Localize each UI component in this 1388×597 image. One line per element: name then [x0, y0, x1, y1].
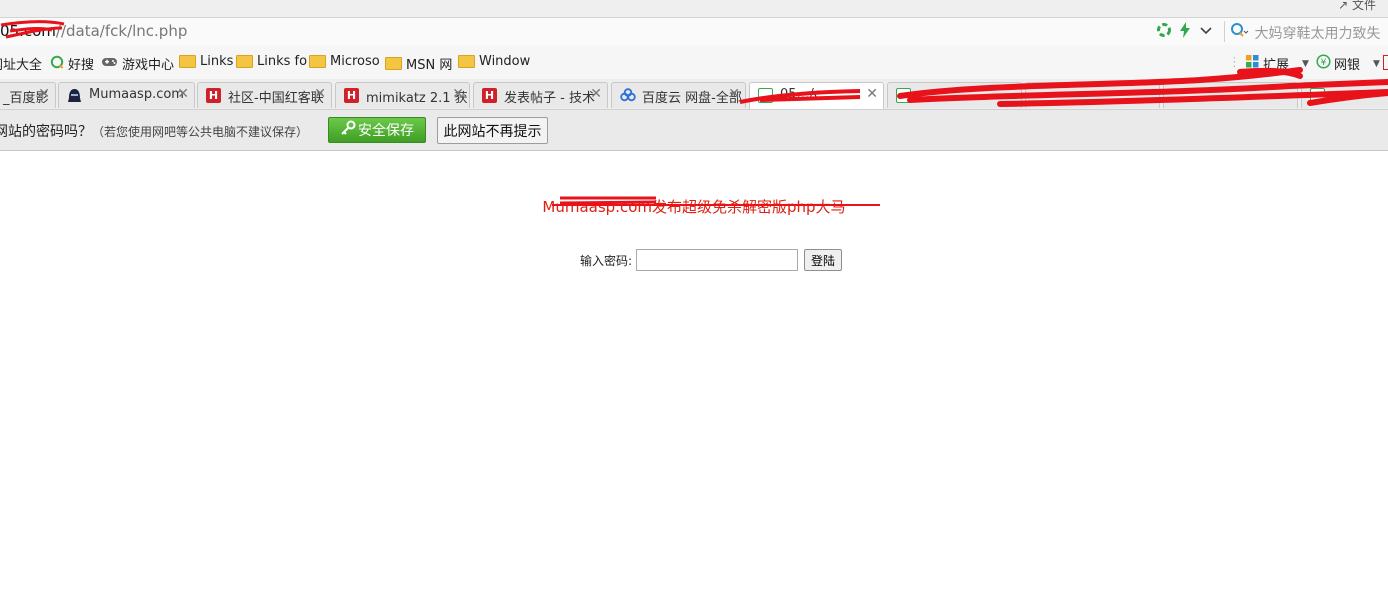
svg-text:¥: ¥: [1321, 58, 1327, 68]
h-logo-icon: H: [206, 88, 221, 103]
close-icon[interactable]: ✕: [866, 86, 878, 102]
page-headline: Mumaasp.com发布超级免杀解密版php大马: [542, 198, 846, 216]
gamepad-icon: [101, 56, 118, 72]
save-password-bar: 网站的密码吗？（若您使用网吧等公共电脑不建议保存） 安全保存 此网站不再提示: [0, 110, 1388, 151]
bookmark-folder-window[interactable]: Window: [458, 54, 530, 69]
refresh-spinner-icon[interactable]: [1156, 22, 1172, 42]
chevron-down-icon[interactable]: [1198, 22, 1214, 42]
url-host-tail: .com: [19, 22, 56, 40]
bookmark-folder-microso[interactable]: Microso: [309, 54, 380, 69]
tab-post-thread[interactable]: H 发表帖子 - 技术 ✕: [473, 82, 608, 108]
save-password-button[interactable]: 安全保存: [328, 117, 426, 143]
bookmark-game-center[interactable]: 游戏中心: [101, 54, 174, 73]
extensions-grid-icon: [1245, 54, 1260, 73]
dropdown-arrow-icon: ▼: [1302, 58, 1309, 69]
page-icon: [1310, 88, 1325, 103]
tab-redacted-4[interactable]: [1301, 82, 1388, 108]
check-page-icon: [896, 88, 911, 103]
address-bar: 05.com//data/fck/lnc.php 大妈穿鞋太用力致失: [0, 17, 1388, 46]
bookmarks-bar: 网址大全 好搜 游戏中心 Links Links fo Microso MSN …: [0, 45, 1388, 79]
search-icon: [1230, 23, 1254, 42]
bookmark-haosou[interactable]: 好搜: [50, 54, 94, 73]
lightning-icon[interactable]: [1178, 22, 1192, 42]
h-logo-icon: H: [344, 88, 359, 103]
key-icon: [340, 120, 356, 140]
file-menu[interactable]: ↗ 文件: [1338, 0, 1376, 13]
folder-icon: [236, 55, 253, 68]
login-form: 输入密码: 登陆: [580, 249, 843, 271]
folder-icon: [309, 55, 326, 68]
folder-icon: [385, 57, 402, 70]
bookmark-folder-msn[interactable]: MSN 网: [385, 54, 452, 73]
baidu-cloud-icon: [620, 88, 636, 103]
tab-strip: _百度影 ✕ Mumaasp.com ✕ H 社区-中国红客联 ✕ H mimi…: [0, 79, 1388, 110]
overflow-icon[interactable]: [1383, 55, 1388, 70]
search-box[interactable]: 大妈穿鞋太用力致失: [1230, 22, 1380, 43]
tab-honker-community[interactable]: H 社区-中国红客联 ✕: [197, 82, 332, 108]
url-field[interactable]: 05.com//data/fck/lnc.php: [0, 22, 187, 40]
tab-current-page[interactable]: 05…/c ✕: [749, 82, 884, 109]
tab-baidu-cloud[interactable]: 百度云 网盘-全部 ✕: [611, 82, 746, 108]
password-input[interactable]: [636, 249, 799, 271]
mumaasp-icon: [67, 88, 82, 103]
tab-redacted-2[interactable]: [1025, 82, 1160, 108]
divider: [1224, 21, 1225, 42]
netbank-button[interactable]: ¥ 网银 ▼: [1316, 54, 1380, 73]
never-for-site-button[interactable]: 此网站不再提示: [437, 117, 548, 144]
tab-redacted-3[interactable]: [1163, 82, 1298, 108]
search-placeholder: 大妈穿鞋太用力致失: [1254, 26, 1381, 42]
tab-baidu[interactable]: _百度影 ✕: [0, 82, 56, 108]
page-icon: [758, 88, 773, 103]
password-label: 输入密码:: [580, 253, 633, 268]
close-icon[interactable]: ✕: [452, 86, 464, 102]
h-logo-icon: H: [482, 88, 497, 103]
tab-redacted-1[interactable]: [887, 82, 1022, 108]
save-password-prompt: 网站的密码吗？（若您使用网吧等公共电脑不建议保存）: [0, 124, 309, 140]
yen-shield-icon: ¥: [1316, 54, 1331, 73]
tab-mimikatz[interactable]: H mimikatz 2.1 获 ✕: [335, 82, 470, 108]
title-strip: ↗ 文件: [0, 0, 1388, 17]
dropdown-arrow-icon: ▼: [1373, 58, 1380, 69]
close-icon[interactable]: ✕: [38, 86, 50, 102]
login-button[interactable]: 登陆: [804, 249, 843, 271]
grip-dots-icon: ⋮: [1228, 55, 1241, 70]
extensions-button[interactable]: 扩展 ▼: [1245, 54, 1309, 73]
url-path: //data/fck/lnc.php: [55, 22, 188, 40]
bookmark-folder-links[interactable]: Links: [179, 54, 233, 69]
tab-mumaasp[interactable]: Mumaasp.com ✕: [58, 82, 195, 108]
close-icon[interactable]: ✕: [590, 86, 602, 102]
folder-icon: [179, 55, 196, 68]
bookmark-folder-links-fo[interactable]: Links fo: [236, 54, 307, 69]
close-icon[interactable]: ✕: [314, 86, 326, 102]
folder-icon: [458, 55, 475, 68]
url-host: 05: [0, 22, 20, 40]
close-icon[interactable]: ✕: [177, 86, 189, 102]
haosou-search-icon: [50, 55, 64, 73]
close-icon[interactable]: ✕: [728, 86, 740, 102]
bookmark-site-nav[interactable]: 网址大全: [0, 54, 42, 73]
